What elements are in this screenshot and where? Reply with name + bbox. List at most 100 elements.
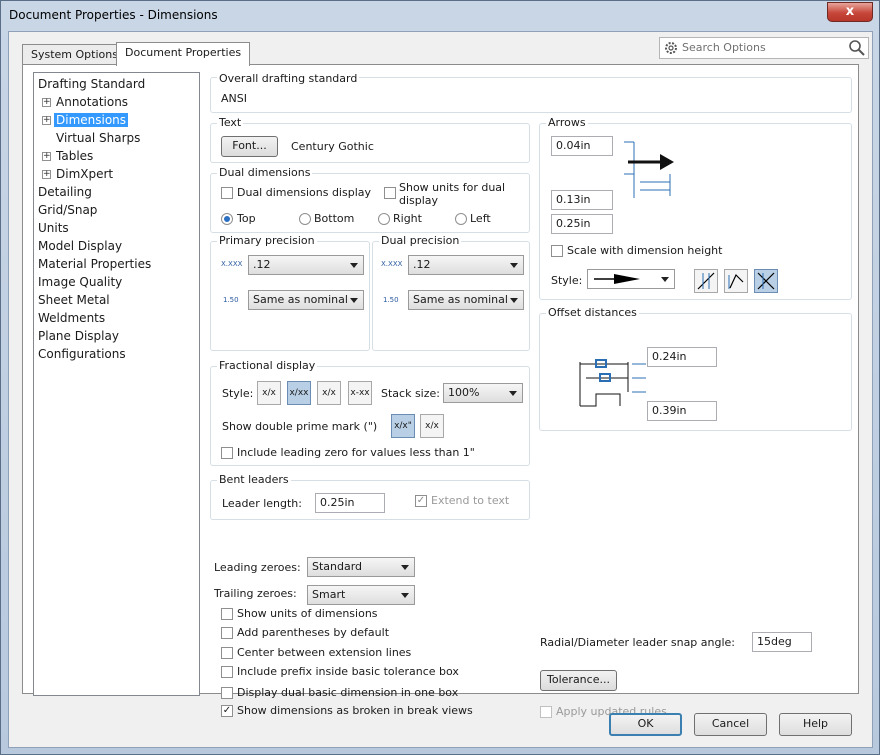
dual-precision-value: .12 bbox=[413, 258, 431, 271]
tree-item-grid-snap[interactable]: Grid/Snap bbox=[38, 203, 97, 217]
fraction-style-stacked-button[interactable]: x/xx bbox=[287, 381, 311, 405]
document-properties-panel: Drafting Standard + Annotations + Dimens… bbox=[22, 64, 859, 718]
arrow-size-1-input[interactable]: 0.04in bbox=[551, 136, 613, 156]
extend-to-text-checkbox[interactable]: ✓ bbox=[415, 495, 427, 507]
leading-zeroes-select[interactable]: Standard bbox=[307, 557, 415, 577]
dialog-client: System Options Document Properties Searc… bbox=[8, 31, 873, 748]
tab-system-options[interactable]: System Options bbox=[22, 44, 127, 66]
show-units-checkbox[interactable] bbox=[221, 608, 233, 620]
show-units-dual-label-2: display bbox=[399, 194, 439, 207]
tree-item-image-quality[interactable]: Image Quality bbox=[38, 275, 122, 289]
chevron-down-icon bbox=[510, 298, 518, 303]
chevron-down-icon bbox=[401, 565, 409, 570]
double-prime-off-button[interactable]: x/x bbox=[420, 414, 444, 438]
cancel-button[interactable]: Cancel bbox=[694, 713, 767, 736]
double-prime-on-button[interactable]: x/x" bbox=[391, 414, 415, 438]
radio-top-label: Top bbox=[237, 212, 256, 225]
arrow-size-2-input[interactable]: 0.13in bbox=[551, 190, 613, 210]
search-input[interactable]: Search Options bbox=[682, 41, 766, 54]
dual-display-checkbox[interactable] bbox=[221, 187, 233, 199]
tree-item-drafting-standard[interactable]: Drafting Standard bbox=[38, 77, 145, 91]
font-button[interactable]: Font... bbox=[221, 136, 278, 157]
fraction-style-dash-button[interactable]: x-xx bbox=[348, 381, 372, 405]
leader-length-input[interactable]: 0.25in bbox=[315, 493, 385, 513]
radio-left[interactable] bbox=[455, 213, 467, 225]
scale-with-height-checkbox[interactable] bbox=[551, 245, 563, 257]
dual-precision-select[interactable]: .12 bbox=[408, 255, 524, 275]
group-title: Dual dimensions bbox=[217, 166, 313, 179]
expand-icon[interactable]: + bbox=[42, 170, 51, 179]
ok-button[interactable]: OK bbox=[609, 713, 682, 736]
tree-item-dimensions[interactable]: Dimensions bbox=[54, 113, 129, 127]
leading-zeroes-label: Leading zeroes: bbox=[214, 561, 301, 574]
add-parentheses-checkbox[interactable] bbox=[221, 627, 233, 639]
tree-item-weldments[interactable]: Weldments bbox=[38, 311, 105, 325]
arrows-smart-button[interactable] bbox=[754, 269, 778, 293]
offset-distance-1-input[interactable]: 0.24in bbox=[647, 347, 717, 367]
expand-icon[interactable]: + bbox=[42, 116, 51, 125]
show-units-dual-checkbox[interactable] bbox=[384, 187, 396, 199]
tab-document-properties[interactable]: Document Properties bbox=[116, 42, 251, 66]
dual-display-label: Dual dimensions display bbox=[237, 186, 372, 199]
dual-tolerance-value: Same as nominal bbox=[413, 293, 508, 306]
arrow-style-select[interactable] bbox=[587, 269, 675, 289]
title-bar[interactable]: Document Properties - Dimensions x bbox=[1, 1, 879, 31]
trailing-zeroes-label: Trailing zeroes: bbox=[214, 587, 297, 600]
arrows-inside-button[interactable] bbox=[694, 269, 718, 293]
tree-item-configurations[interactable]: Configurations bbox=[38, 347, 126, 361]
primary-precision-select[interactable]: .12 bbox=[248, 255, 364, 275]
tree-item-detailing[interactable]: Detailing bbox=[38, 185, 92, 199]
tree-item-material-properties[interactable]: Material Properties bbox=[38, 257, 151, 271]
radio-right[interactable] bbox=[378, 213, 390, 225]
tree-item-dimxpert[interactable]: DimXpert bbox=[56, 167, 113, 181]
radio-bottom[interactable] bbox=[299, 213, 311, 225]
tree-item-label: Sheet Metal bbox=[38, 293, 110, 307]
tolerance-button[interactable]: Tolerance... bbox=[540, 670, 617, 691]
add-parentheses-label: Add parentheses by default bbox=[237, 626, 390, 639]
text-group: Text Font... Century Gothic bbox=[210, 116, 530, 163]
window-title: Document Properties - Dimensions bbox=[9, 8, 218, 22]
precision-icon: X.XXX bbox=[221, 260, 243, 268]
tree-item-plane-display[interactable]: Plane Display bbox=[38, 329, 119, 343]
tree-item-sheet-metal[interactable]: Sheet Metal bbox=[38, 293, 110, 307]
scale-with-height-label: Scale with dimension height bbox=[567, 244, 723, 257]
offset-distance-2-input[interactable]: 0.39in bbox=[647, 401, 717, 421]
help-button[interactable]: Help bbox=[779, 713, 852, 736]
tree-item-label: Detailing bbox=[38, 185, 92, 199]
center-between-checkbox[interactable] bbox=[221, 647, 233, 659]
apply-updated-rules-checkbox[interactable] bbox=[540, 706, 552, 718]
radio-top[interactable] bbox=[221, 213, 233, 225]
dual-basic-one-box-checkbox[interactable] bbox=[221, 687, 233, 699]
search-box[interactable]: Search Options bbox=[659, 37, 869, 59]
drafting-standard-value: ANSI bbox=[221, 92, 247, 105]
stack-size-select[interactable]: 100% bbox=[443, 383, 523, 403]
expand-icon[interactable]: + bbox=[42, 98, 51, 107]
prefix-basic-tolerance-checkbox[interactable] bbox=[221, 666, 233, 678]
prefix-basic-tolerance-label: Include prefix inside basic tolerance bo… bbox=[237, 665, 459, 678]
tree-item-virtual-sharps[interactable]: Virtual Sharps bbox=[56, 131, 140, 145]
arrow-size-3-input[interactable]: 0.25in bbox=[551, 214, 613, 234]
tree-item-label: Virtual Sharps bbox=[56, 131, 141, 145]
dual-tolerance-precision-select[interactable]: Same as nominal bbox=[408, 290, 524, 310]
radio-left-label: Left bbox=[470, 212, 491, 225]
tree-item-tables[interactable]: Tables bbox=[56, 149, 93, 163]
primary-tolerance-precision-select[interactable]: Same as nominal bbox=[248, 290, 364, 310]
trailing-zeroes-select[interactable]: Smart bbox=[307, 585, 415, 605]
close-button[interactable]: x bbox=[827, 2, 873, 22]
tree-item-model-display[interactable]: Model Display bbox=[38, 239, 122, 253]
tree-item-annotations[interactable]: Annotations bbox=[56, 95, 128, 109]
tree-item-units[interactable]: Units bbox=[38, 221, 69, 235]
arrows-outside-button[interactable] bbox=[724, 269, 748, 293]
group-title: Arrows bbox=[546, 116, 588, 129]
radial-snap-input[interactable]: 15deg bbox=[752, 632, 812, 652]
fractional-display-group: Fractional display Style: x/x x/xx x/x x… bbox=[210, 359, 530, 466]
fraction-style-button[interactable]: x/x bbox=[257, 381, 281, 405]
search-icon[interactable] bbox=[848, 39, 866, 57]
leading-zero-fraction-checkbox[interactable] bbox=[221, 447, 233, 459]
broken-in-break-views-checkbox[interactable]: ✓ bbox=[221, 705, 233, 717]
radio-bottom-label: Bottom bbox=[314, 212, 355, 225]
center-between-label: Center between extension lines bbox=[237, 646, 412, 659]
expand-icon[interactable]: + bbox=[42, 152, 51, 161]
fraction-style-diagonal-button[interactable]: x/x bbox=[317, 381, 341, 405]
tree-item-label: DimXpert bbox=[56, 167, 114, 181]
